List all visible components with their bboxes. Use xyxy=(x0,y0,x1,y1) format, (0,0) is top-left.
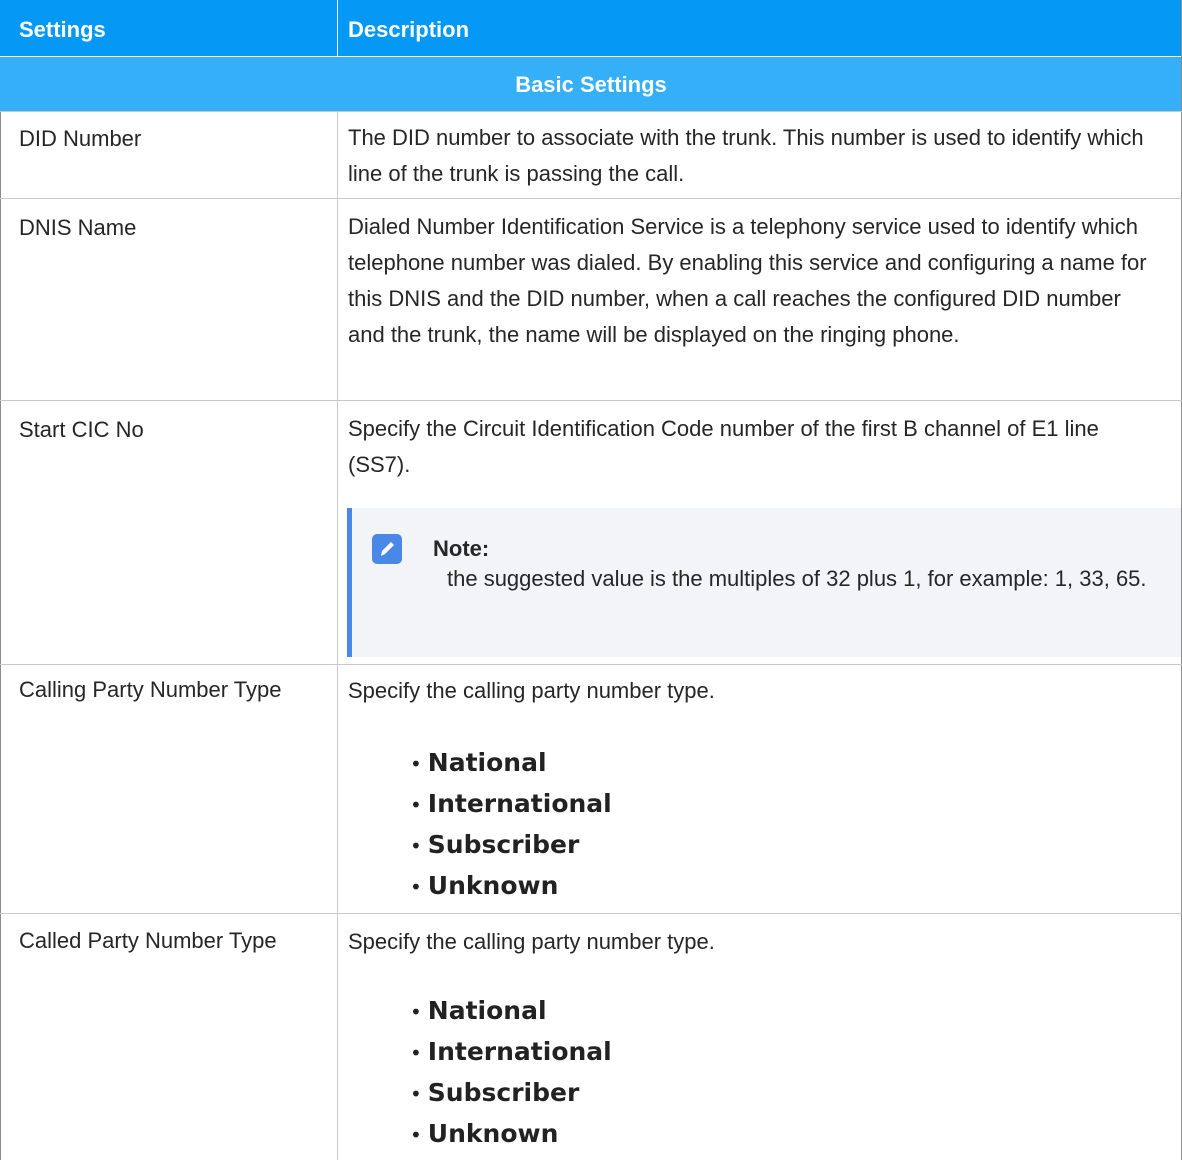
setting-description: Specify the calling party number type. xyxy=(348,924,1148,960)
setting-name: Called Party Number Type xyxy=(19,928,277,953)
setting-name: Calling Party Number Type xyxy=(19,677,282,702)
table-row: Calling Party Number Type Specify the ca… xyxy=(0,664,1182,913)
table-row: DID Number The DID number to associate w… xyxy=(0,111,1182,198)
setting-description: The DID number to associate with the tru… xyxy=(348,120,1148,192)
setting-name: DID Number xyxy=(19,126,142,151)
setting-name: DNIS Name xyxy=(19,215,137,240)
header-settings: Settings xyxy=(19,17,106,42)
section-title: Basic Settings xyxy=(515,72,667,97)
note-box: Note: the suggested value is the multipl… xyxy=(347,508,1181,657)
option-list: • National • International • Subscriber • Un… xyxy=(410,996,612,1160)
list-item: • Subscriber xyxy=(410,1078,580,1107)
setting-description: Specify the calling party number type. xyxy=(348,673,1148,709)
note-text: the suggested value is the multiples of … xyxy=(447,566,1147,591)
list-item: • Subscriber xyxy=(410,830,580,859)
header-divider xyxy=(337,0,338,56)
list-item: • National xyxy=(410,996,547,1025)
table-row: DNIS Name Dialed Number Identification S… xyxy=(0,198,1182,400)
list-item: • Unknown xyxy=(410,1119,559,1148)
header-description: Description xyxy=(348,17,470,42)
description-text: Specify the calling party number type. xyxy=(348,929,715,954)
list-item: • International xyxy=(410,1037,612,1066)
list-item: • National xyxy=(410,748,547,777)
table-row: Called Party Number Type Specify the cal… xyxy=(0,913,1182,1161)
setting-description: Dialed Number Identification Service is … xyxy=(348,209,1148,353)
description-text: Specify the calling party number type. xyxy=(348,678,715,703)
description-text: Specify the Circuit Identification Code … xyxy=(348,416,1099,477)
pencil-note-icon xyxy=(372,534,402,564)
option-list: • National • International • Subscriber • Un… xyxy=(410,748,612,912)
table-header: Settings Description xyxy=(0,0,1182,56)
list-item: • International xyxy=(410,789,612,818)
description-text: Dialed Number Identification Service is … xyxy=(348,214,1147,347)
description-text: The DID number to associate with the tru… xyxy=(348,125,1144,186)
setting-description: Specify the Circuit Identification Code … xyxy=(348,411,1148,483)
setting-name: Start CIC No xyxy=(19,417,144,442)
section-header: Basic Settings xyxy=(0,57,1182,111)
note-title: Note: xyxy=(433,536,490,561)
list-item: • Unknown xyxy=(410,871,559,900)
